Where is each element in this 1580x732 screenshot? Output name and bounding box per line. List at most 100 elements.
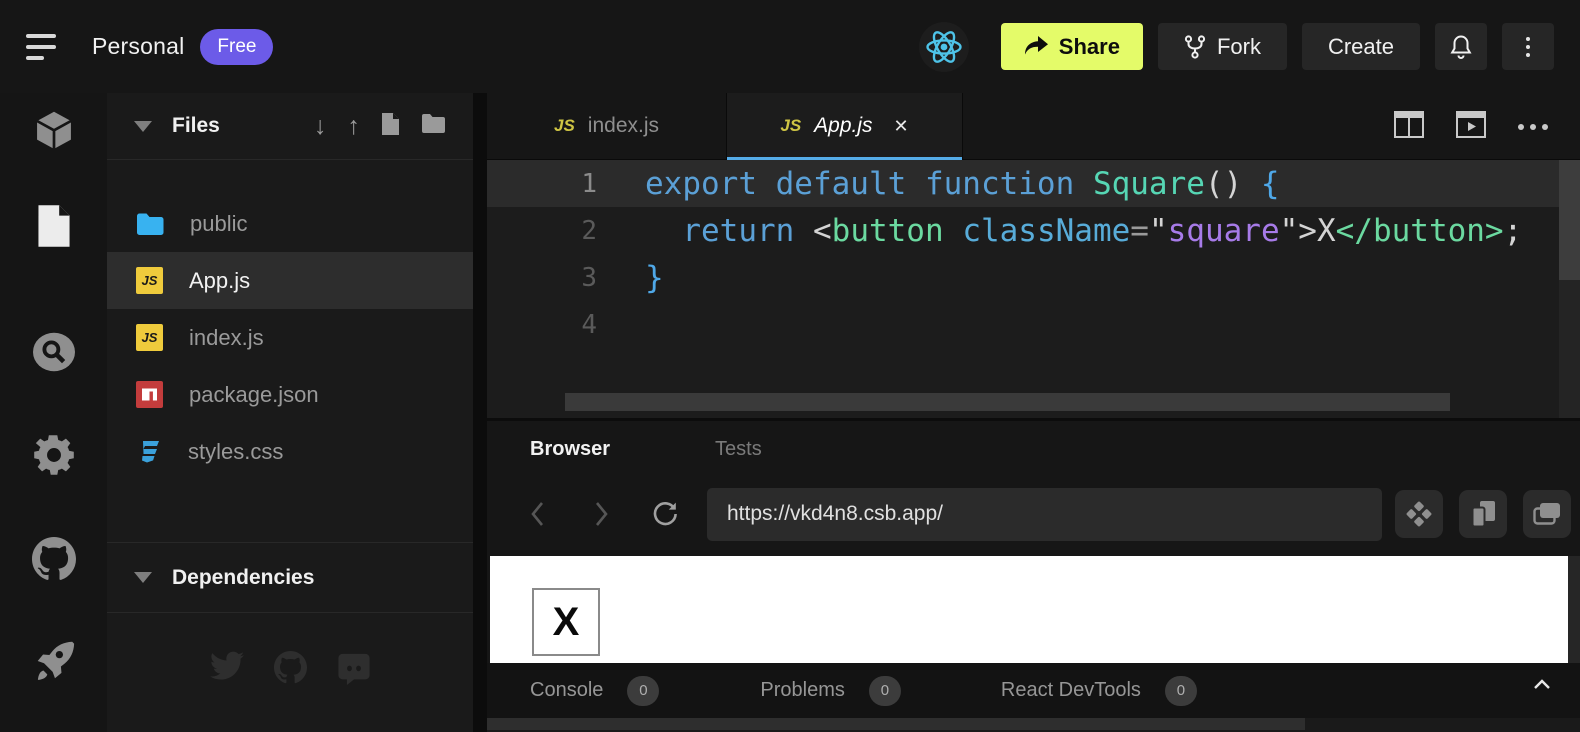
top-header: Personal Free Share — [0, 0, 1580, 93]
code-text: export default function Square() { — [597, 166, 1280, 202]
diamond-actions-icon — [1406, 501, 1432, 527]
devtools-bar: Console 0 Problems 0 React DevTools 0 — [487, 663, 1580, 718]
preview-window-icon[interactable] — [1456, 111, 1486, 143]
url-input[interactable] — [707, 488, 1382, 541]
back-icon[interactable] — [517, 501, 557, 527]
create-label: Create — [1328, 34, 1394, 60]
js-file-icon: JS — [780, 116, 801, 136]
upload-icon[interactable]: ↑ — [348, 114, 361, 139]
search-icon[interactable] — [0, 331, 107, 375]
download-icon[interactable]: ↓ — [314, 114, 327, 139]
file-list: public JS App.js JSindex.js package.json styl… — [107, 160, 473, 480]
split-editor-icon[interactable] — [1394, 111, 1424, 143]
refresh-icon[interactable] — [645, 500, 685, 528]
count-badge: 0 — [1165, 676, 1197, 706]
files-panel: Files ↓ ↑ public JS App.js JSindex.js packag… — [107, 93, 473, 732]
browser-tab-browser[interactable]: Browser — [530, 438, 610, 461]
file-explorer-icon[interactable] — [0, 203, 107, 247]
expand-devtools-icon[interactable] — [1532, 677, 1552, 696]
twitter-icon[interactable] — [210, 651, 244, 690]
editor-tabbar: JSindex.js JS App.js ✕ — [487, 93, 1580, 160]
open-new-window-button[interactable] — [1523, 490, 1571, 538]
line-number: 2 — [487, 216, 597, 246]
menu-icon[interactable] — [26, 30, 70, 64]
devtools-label: React DevTools — [1001, 679, 1141, 702]
files-header: Files ↓ ↑ — [107, 93, 473, 160]
preview-actions-button[interactable] — [1395, 490, 1443, 538]
editor-tab-App.js[interactable]: JS App.js ✕ — [727, 93, 963, 159]
share-button[interactable]: Share — [1001, 23, 1143, 70]
devtools-scrollbar-thumb[interactable] — [487, 718, 1305, 730]
file-row-package.json[interactable]: package.json — [107, 366, 473, 423]
line-number: 3 — [487, 263, 597, 293]
file-row-public[interactable]: public — [107, 195, 473, 252]
line-number: 1 — [487, 169, 597, 199]
tab-label: index.js — [588, 114, 659, 138]
code-line-2: 2 return <button className="square">X</b… — [487, 207, 1580, 254]
editor-more-icon[interactable] — [1518, 124, 1548, 130]
dependencies-header[interactable]: Dependencies — [107, 542, 473, 613]
new-folder-icon[interactable] — [421, 113, 446, 139]
file-row-index.js[interactable]: JSindex.js — [107, 309, 473, 366]
workspace-name[interactable]: Personal — [92, 33, 184, 60]
js-file-icon: JS — [136, 267, 163, 294]
devtools-label: Console — [530, 679, 603, 702]
settings-gear-icon[interactable] — [0, 433, 107, 477]
code-line-3: 3} — [487, 254, 1580, 301]
activity-sidebar — [0, 93, 107, 732]
file-row-styles.css[interactable]: styles.css — [107, 423, 473, 480]
github-icon[interactable] — [274, 651, 307, 690]
js-file-icon: JS — [136, 324, 163, 351]
preview-scrollbar[interactable] — [1568, 556, 1580, 663]
fork-icon — [1184, 35, 1206, 59]
css-file-icon — [136, 439, 162, 465]
file-name: App.js — [189, 268, 250, 294]
tab-label: App.js — [814, 114, 872, 138]
editor-vertical-scrollbar[interactable] — [1559, 160, 1580, 418]
sandbox-cube-icon[interactable] — [0, 110, 107, 154]
codesandbox-app: Personal Free Share — [0, 0, 1580, 732]
editor-panel: JSindex.js JS App.js ✕ 1export default func… — [487, 93, 1580, 418]
deploy-rocket-icon[interactable] — [0, 637, 107, 681]
browser-tabs: Browser Tests — [487, 421, 1580, 478]
square-game-button[interactable]: X — [532, 588, 600, 656]
share-label: Share — [1059, 34, 1120, 60]
fork-button[interactable]: Fork — [1158, 23, 1287, 70]
react-logo-icon — [919, 22, 969, 72]
devtools-tab-problems[interactable]: Problems 0 — [760, 676, 900, 706]
devtools-tab-react-devtools[interactable]: React DevTools 0 — [1001, 676, 1197, 706]
social-links — [107, 651, 473, 690]
file-row-App.js[interactable]: JS App.js — [107, 252, 473, 309]
devtools-tab-console[interactable]: Console 0 — [530, 676, 659, 706]
code-line-1: 1export default function Square() { — [487, 160, 1559, 207]
count-badge: 0 — [869, 676, 901, 706]
file-name: package.json — [189, 382, 319, 408]
close-tab-icon[interactable]: ✕ — [894, 116, 909, 137]
code-text: } — [597, 260, 664, 296]
discord-icon[interactable] — [337, 651, 371, 690]
responsive-preview-button[interactable] — [1459, 490, 1507, 538]
bell-icon — [1449, 34, 1473, 60]
create-button[interactable]: Create — [1302, 23, 1420, 70]
code-area[interactable]: 1export default function Square() {2 ret… — [487, 160, 1580, 418]
open-new-window-icon — [1533, 502, 1561, 526]
npm-file-icon — [136, 381, 163, 408]
github-icon[interactable] — [0, 537, 107, 581]
forward-icon[interactable] — [581, 501, 621, 527]
dependencies-title: Dependencies — [172, 566, 314, 590]
browser-preview: X — [490, 556, 1568, 663]
new-file-icon[interactable] — [381, 112, 400, 141]
responsive-preview-icon — [1471, 500, 1496, 528]
editor-tab-index.js[interactable]: JSindex.js — [487, 93, 727, 159]
browser-tab-tests[interactable]: Tests — [715, 438, 762, 461]
devtools-label: Problems — [760, 679, 844, 702]
more-options-button[interactable] — [1502, 23, 1554, 70]
editor-horizontal-scrollbar[interactable] — [565, 393, 1450, 411]
file-name: public — [190, 211, 247, 237]
count-badge: 0 — [627, 676, 659, 706]
browser-toolbar — [487, 478, 1580, 550]
files-collapse-icon[interactable] — [134, 121, 152, 132]
files-title: Files — [172, 114, 314, 138]
file-name: styles.css — [188, 439, 283, 465]
notifications-button[interactable] — [1435, 23, 1487, 70]
